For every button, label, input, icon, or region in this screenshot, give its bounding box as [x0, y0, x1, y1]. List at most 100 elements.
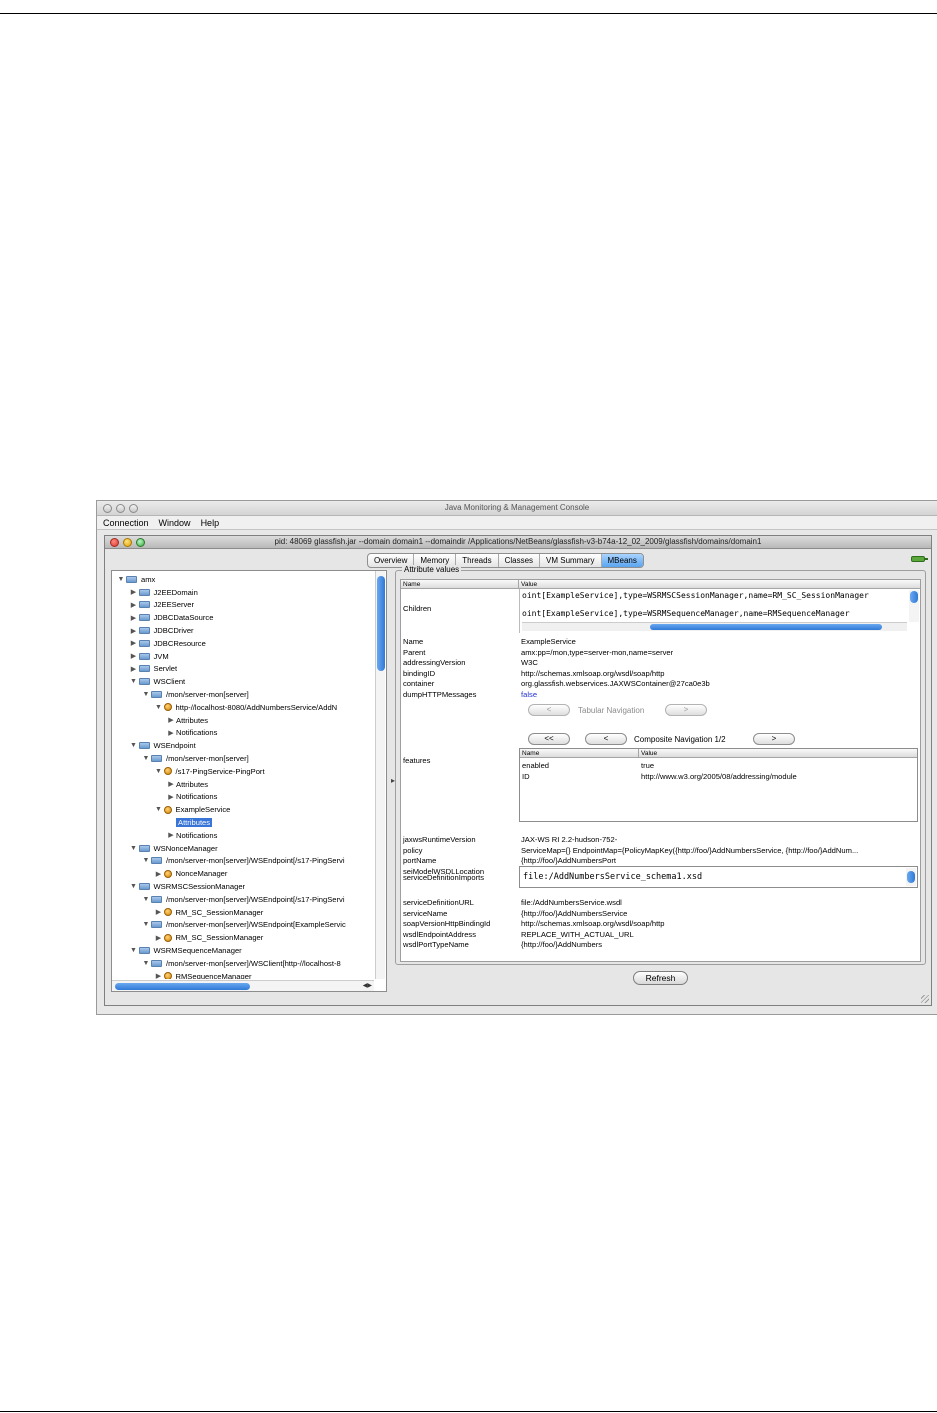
- collapse-triangle-icon[interactable]: ▶: [154, 934, 164, 942]
- resize-grip-icon[interactable]: [921, 995, 929, 1003]
- children-horizontal-scroll-thumb[interactable]: [650, 624, 882, 630]
- collapse-triangle-icon[interactable]: ▶: [166, 716, 176, 724]
- attr-value[interactable]: amx:pp=/mon,type=server-mon,name=server: [521, 648, 916, 657]
- collapse-triangle-icon[interactable]: ▶: [166, 780, 176, 788]
- attr-value[interactable]: http://schemas.xmlsoap.org/wsdl/soap/htt…: [521, 669, 916, 678]
- children-horizontal-scrollbar[interactable]: [522, 622, 907, 631]
- tree-node-label[interactable]: /mon/server-mon[server]/WSEndpoint[/s17-…: [166, 856, 345, 865]
- imports-vertical-scrollbar[interactable]: [906, 868, 916, 886]
- tree-node[interactable]: ▼ /mon/server-mon[server]/WSEndpoint[Exam…: [112, 919, 374, 932]
- tree-node-label[interactable]: /mon/server-mon[server]/WSEndpoint[Examp…: [166, 920, 346, 929]
- collapse-triangle-icon[interactable]: ▶: [166, 793, 176, 801]
- tree-node[interactable]: ▶ J2EEServer: [112, 599, 374, 612]
- collapse-triangle-icon[interactable]: ▶: [166, 831, 176, 839]
- tree-node[interactable]: ▼ amx: [112, 573, 374, 586]
- expand-triangle-icon[interactable]: ▼: [129, 947, 139, 954]
- collapse-triangle-icon[interactable]: ▶: [129, 639, 139, 647]
- attr-value[interactable]: org.glassfish.webservices.JAXWSContainer…: [521, 679, 916, 688]
- expand-triangle-icon[interactable]: ▼: [141, 691, 151, 698]
- tree-node[interactable]: ▶ RMSequenceManager: [112, 970, 374, 979]
- tree-node[interactable]: Attributes: [112, 816, 374, 829]
- tree-node[interactable]: ▼ http-//localhost-8080/AddNumbersService…: [112, 701, 374, 714]
- tree-node[interactable]: ▼ /s17-PingService-PingPort: [112, 765, 374, 778]
- tree-node-label[interactable]: JVM: [154, 652, 169, 661]
- collapse-triangle-icon[interactable]: ▶: [129, 588, 139, 596]
- collapse-triangle-icon[interactable]: ▶: [154, 870, 164, 878]
- tree-node-label[interactable]: RM_SC_SessionManager: [176, 933, 264, 942]
- collapse-triangle-icon[interactable]: ▶: [154, 972, 164, 979]
- children-vertical-scrollbar[interactable]: [909, 590, 919, 622]
- tree-node[interactable]: ▶ JVM: [112, 650, 374, 663]
- tree-node-label[interactable]: J2EEDomain: [154, 588, 198, 597]
- tree-node-label[interactable]: amx: [141, 575, 155, 584]
- collapse-triangle-icon[interactable]: ▶: [129, 627, 139, 635]
- features-cell-name[interactable]: enabled: [522, 761, 549, 770]
- tree-node-label[interactable]: Servlet: [154, 664, 178, 673]
- tree-node-label[interactable]: Attributes: [176, 780, 208, 789]
- tree-node[interactable]: ▶ Notifications: [112, 791, 374, 804]
- tree-node[interactable]: ▼ /mon/server-mon[server]: [112, 752, 374, 765]
- expand-triangle-icon[interactable]: ▼: [141, 960, 151, 967]
- refresh-button[interactable]: Refresh: [633, 971, 688, 985]
- service-definition-imports-value[interactable]: file:/AddNumbersService_schema1.xsd: [523, 872, 702, 882]
- tree-node-label[interactable]: /mon/server-mon[server]/WSEndpoint[/s17-…: [166, 895, 345, 904]
- tree-node[interactable]: ▼ WSEndpoint: [112, 739, 374, 752]
- tree-node[interactable]: ▼ /mon/server-mon[server]/WSClient[http-/…: [112, 957, 374, 970]
- tree-node-label[interactable]: /mon/server-mon[server]: [166, 754, 249, 763]
- composite-next-button[interactable]: >: [753, 733, 795, 745]
- tree-node-label[interactable]: RM_SC_SessionManager: [176, 908, 264, 917]
- expand-triangle-icon[interactable]: ▼: [129, 845, 139, 852]
- tree-node[interactable]: ▶ Attributes: [112, 714, 374, 727]
- collapse-triangle-icon[interactable]: ▶: [154, 908, 164, 916]
- tree-node[interactable]: ▶ JDBCDataSource: [112, 611, 374, 624]
- attr-value[interactable]: REPLACE_WITH_ACTUAL_URL: [521, 930, 916, 939]
- expand-triangle-icon[interactable]: ▼: [129, 742, 139, 749]
- tree-horizontal-scroll-thumb[interactable]: [115, 983, 250, 990]
- tab-mbeans[interactable]: MBeans: [601, 554, 643, 567]
- tree-node[interactable]: ▶ Notifications: [112, 829, 374, 842]
- tree-node-label[interactable]: JDBCDriver: [154, 626, 194, 635]
- menu-window[interactable]: Window: [159, 518, 197, 528]
- attr-value[interactable]: {http://foo/}AddNumbersPort: [521, 856, 916, 865]
- expand-triangle-icon[interactable]: ▼: [141, 755, 151, 762]
- tree-node-label[interactable]: WSNonceManager: [154, 844, 218, 853]
- tab-classes[interactable]: Classes: [499, 554, 541, 567]
- tree-vertical-scrollbar[interactable]: [375, 571, 385, 979]
- tree-node[interactable]: ▼ WSRMSequenceManager: [112, 944, 374, 957]
- expand-triangle-icon[interactable]: ▼: [154, 806, 164, 813]
- features-col-value[interactable]: Value: [641, 750, 657, 757]
- tree-node-label[interactable]: Notifications: [176, 728, 217, 737]
- features-col-name[interactable]: Name: [522, 750, 539, 757]
- tree-node-label[interactable]: http-//localhost-8080/AddNumbersService/…: [176, 703, 338, 712]
- collapse-triangle-icon[interactable]: ▶: [129, 652, 139, 660]
- tree-node-label[interactable]: /mon/server-mon[server]/WSClient[http-//…: [166, 959, 341, 968]
- column-value-header[interactable]: Value: [521, 581, 537, 588]
- tree-node-label[interactable]: Attributes: [176, 716, 208, 725]
- attr-value[interactable]: W3C: [521, 658, 916, 667]
- tree-node-label[interactable]: WSRMSequenceManager: [154, 946, 242, 955]
- tree-node-label[interactable]: WSEndpoint: [154, 741, 196, 750]
- tree-node-label[interactable]: ExampleService: [176, 805, 231, 814]
- tree-node[interactable]: ▶ JDBCDriver: [112, 624, 374, 637]
- attr-value[interactable]: file:/AddNumbersService.wsdl: [521, 898, 916, 907]
- tree-vertical-scroll-thumb[interactable]: [377, 576, 385, 671]
- attr-value[interactable]: false: [521, 690, 916, 699]
- expand-triangle-icon[interactable]: ▼: [116, 576, 126, 583]
- features-cell-value[interactable]: http://www.w3.org/2005/08/addressing/mod…: [641, 772, 797, 781]
- tree-node-label[interactable]: RMSequenceManager: [176, 972, 252, 979]
- imports-vertical-scroll-thumb[interactable]: [907, 871, 915, 883]
- expand-triangle-icon[interactable]: ▼: [141, 857, 151, 864]
- collapse-triangle-icon[interactable]: ▶: [166, 729, 176, 737]
- tree-node-label[interactable]: Notifications: [176, 831, 217, 840]
- tree-node[interactable]: ▼ WSClient: [112, 675, 374, 688]
- features-column-separator[interactable]: [638, 749, 639, 758]
- expand-triangle-icon[interactable]: ▼: [141, 921, 151, 928]
- tree-node[interactable]: ▶ JDBCResource: [112, 637, 374, 650]
- tree-node-label[interactable]: NonceManager: [176, 869, 228, 878]
- attr-value[interactable]: {http://foo/}AddNumbers: [521, 940, 916, 949]
- column-separator[interactable]: [518, 580, 519, 589]
- expand-triangle-icon[interactable]: ▼: [129, 883, 139, 890]
- tree-node-label[interactable]: JDBCResource: [154, 639, 206, 648]
- tabular-prev-button[interactable]: <: [528, 704, 570, 716]
- tree-node[interactable]: ▶ Servlet: [112, 663, 374, 676]
